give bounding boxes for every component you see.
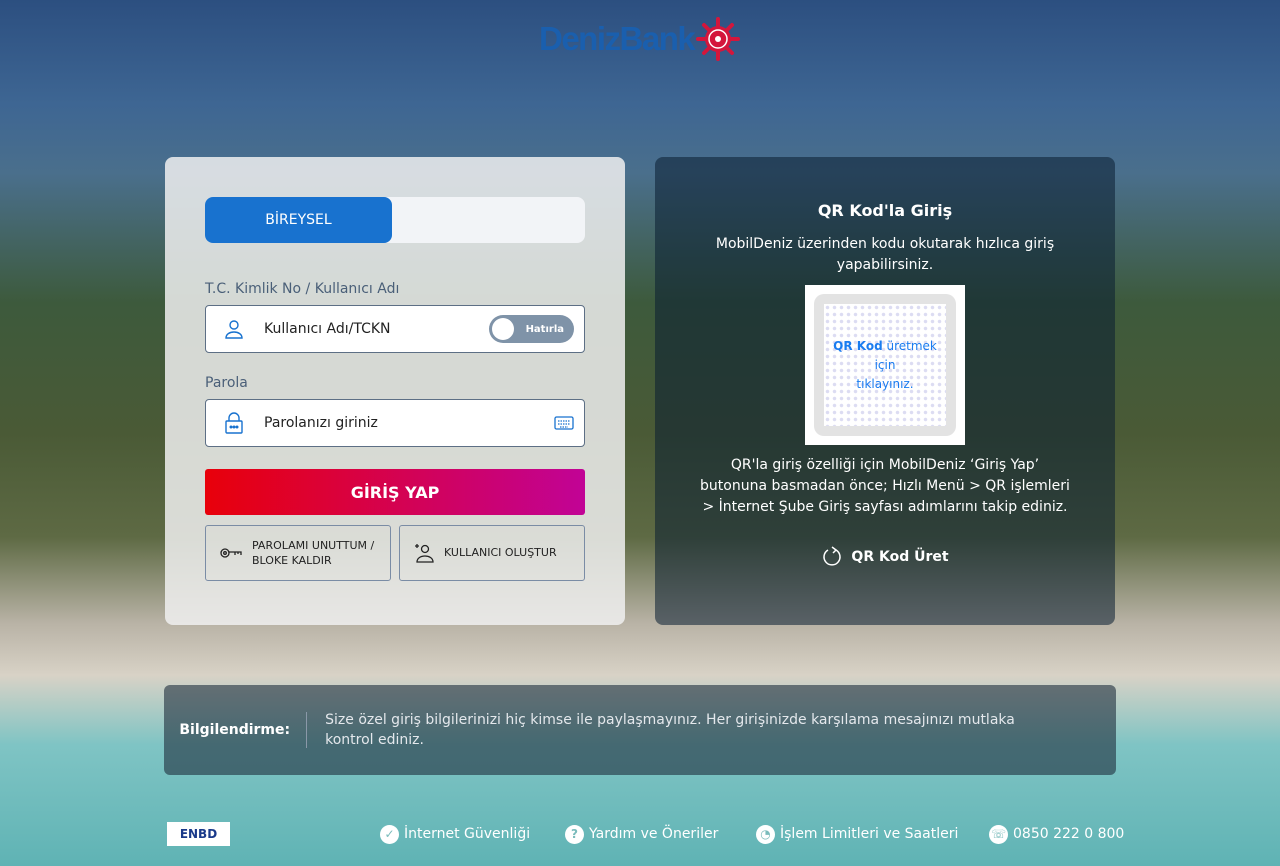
internet-security-label: İnternet Güvenliği [404, 826, 531, 842]
qr-prompt: üretmek için [874, 338, 937, 372]
qr-description: MobilDeniz üzerinden kodu okutarak hızlı… [715, 236, 1055, 273]
notice-bar: Bilgilendirme: Size özel giriş bilgileri… [164, 685, 1116, 775]
virtual-keyboard-icon[interactable] [554, 416, 574, 430]
help-link[interactable]: ? Yardım ve Öneriler [565, 822, 718, 846]
user-icon [225, 320, 243, 339]
question-icon: ? [565, 824, 584, 844]
tab-individual[interactable]: BİREYSEL [205, 197, 392, 243]
phone-label: 0850 222 0 800 [1013, 826, 1125, 842]
enbd-logo[interactable]: ENBD [167, 822, 230, 846]
remember-toggle[interactable]: Hatırla [489, 315, 574, 343]
forgot-line1: PAROLAMI UNUTTUM / [252, 538, 375, 552]
customer-type-tabs: BİREYSEL [205, 197, 585, 243]
notice-label: Bilgilendirme: [164, 712, 308, 748]
shield-icon: ✓ [380, 824, 399, 844]
clock-icon: ◔ [756, 824, 775, 844]
headset-icon: ☏ [989, 824, 1008, 844]
generate-qr-button[interactable]: QR Kod Üret [655, 546, 1115, 568]
help-label: Yardım ve Öneriler [589, 826, 719, 842]
password-placeholder: Parolanızı giriniz [264, 415, 378, 431]
password-input[interactable]: Parolanızı giriniz [205, 399, 585, 447]
qr-prompt-line2: tıklayınız. [856, 376, 914, 391]
denizbank-logo[interactable]: DenizBank [539, 17, 741, 61]
qr-code-placeholder[interactable]: QR Kod üretmek için tıklayınız. [805, 285, 965, 445]
password-label: Parola [205, 375, 248, 391]
create-user-button[interactable]: KULLANICI OLUŞTUR [399, 525, 585, 581]
limits-label: İşlem Limitleri ve Saatleri [780, 826, 959, 842]
footer: ENBD ✓ İnternet Güvenliği ? Yardım ve Öner… [0, 822, 1280, 846]
internet-security-link[interactable]: ✓ İnternet Güvenliği [380, 822, 530, 846]
lock-icon [225, 412, 243, 434]
username-input[interactable]: Kullanıcı Adı/TCKN Hatırla [205, 305, 585, 353]
username-label: T.C. Kimlik No / Kullanıcı Adı [205, 281, 400, 297]
create-user-label: KULLANICI OLUŞTUR [444, 546, 557, 560]
username-placeholder: Kullanıcı Adı/TCKN [264, 321, 391, 337]
limits-link[interactable]: ◔ İşlem Limitleri ve Saatleri [756, 822, 958, 846]
ship-wheel-icon [696, 17, 741, 61]
logo-text: DenizBank [539, 20, 696, 57]
remember-label: Hatırla [525, 323, 564, 335]
key-icon [220, 548, 242, 558]
login-panel: BİREYSEL T.C. Kimlik No / Kullanıcı Adı … [165, 157, 625, 625]
qr-title: QR Kod'la Giriş [817, 201, 953, 220]
qr-bold-text: QR Kod [833, 338, 883, 353]
generate-qr-label: QR Kod Üret [851, 549, 949, 565]
forgot-password-button[interactable]: PAROLAMI UNUTTUM / BLOKE KALDIR [205, 525, 391, 581]
forgot-line2: BLOKE KALDIR [252, 554, 332, 567]
login-button[interactable]: GİRİŞ YAP [205, 469, 585, 515]
notice-text: Size özel giriş bilgilerinizi hiç kimse … [325, 712, 1015, 748]
add-user-icon [415, 544, 434, 563]
qr-login-panel: QR Kod'la Giriş MobilDeniz üzerinden kod… [655, 157, 1115, 625]
qr-info: QR'la giriş özelliği için MobilDeniz ‘Gi… [700, 457, 1070, 515]
phone-link[interactable]: ☏ 0850 222 0 800 [989, 822, 1124, 846]
refresh-icon [823, 546, 842, 566]
